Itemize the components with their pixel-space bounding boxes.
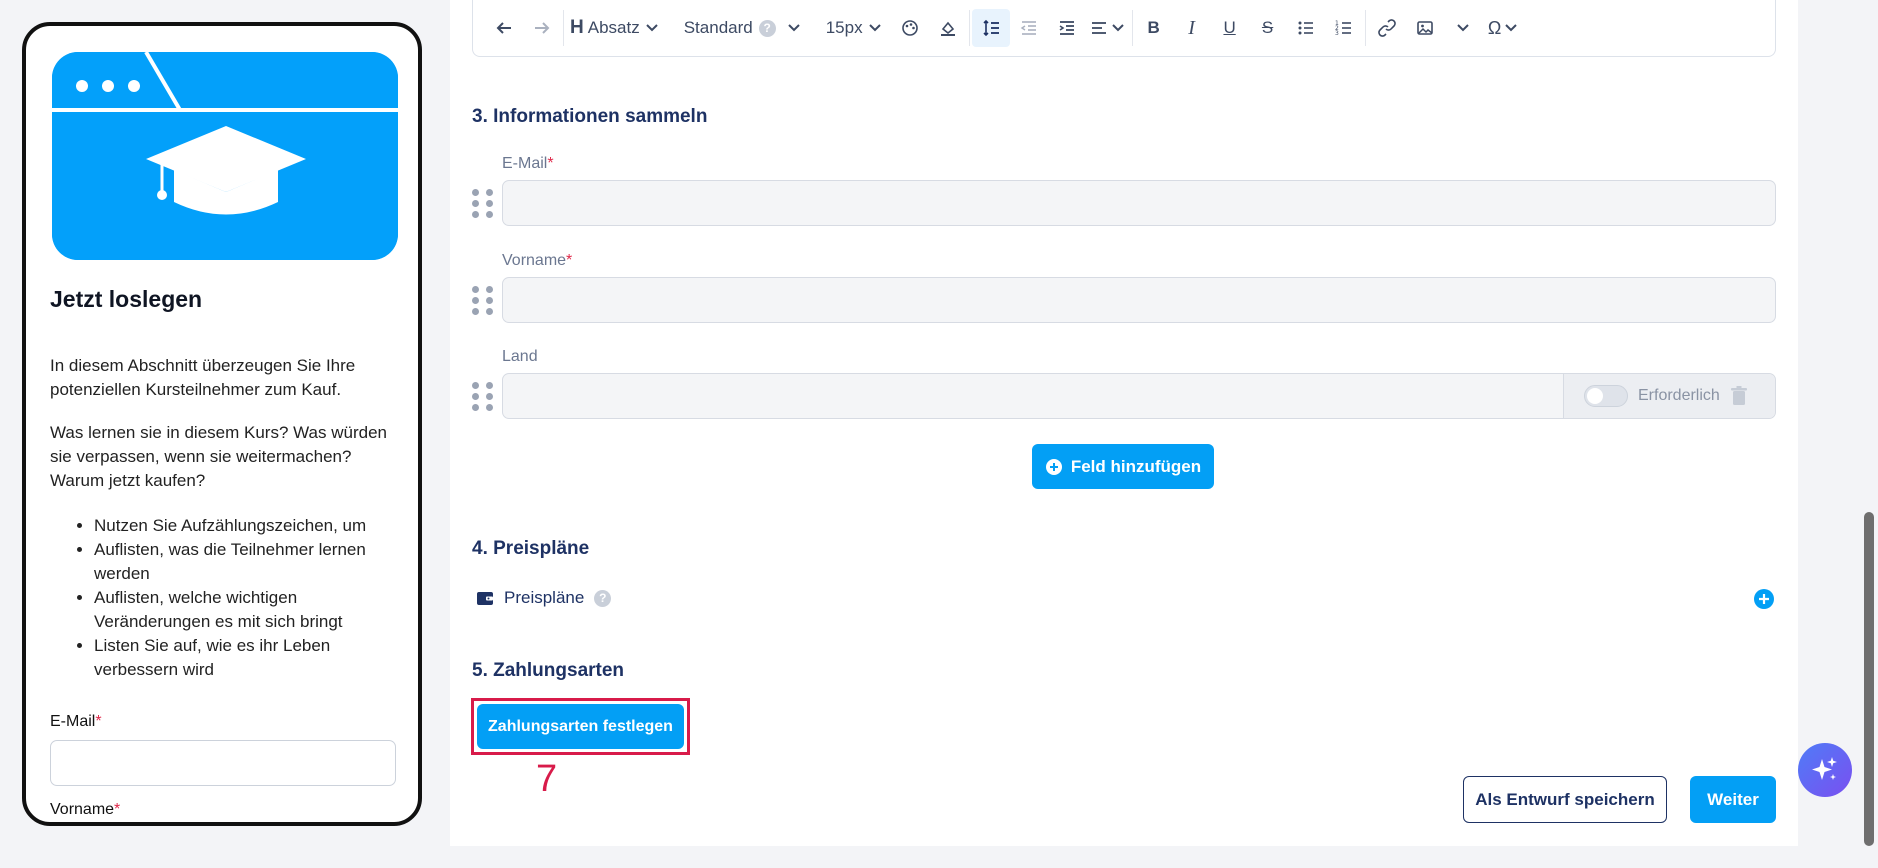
svg-text:3: 3	[1335, 30, 1339, 37]
required-mark: *	[114, 801, 121, 818]
set-payment-methods-button[interactable]: Zahlungsarten festlegen	[477, 704, 684, 749]
save-draft-button[interactable]: Als Entwurf speichern	[1463, 776, 1667, 823]
font-size-label: 15px	[825, 18, 863, 37]
preview-paragraph-1: In diesem Abschnitt überzeugen Sie Ihre …	[50, 356, 356, 399]
required-mark: *	[566, 252, 573, 269]
country-field[interactable]: Erforderlich	[502, 373, 1776, 419]
course-preview-phone: Jetzt loslegen In diesem Abschnitt überz…	[22, 22, 422, 826]
image-icon[interactable]	[1406, 9, 1444, 47]
course-hero-image	[52, 52, 398, 260]
redo-icon[interactable]	[523, 9, 561, 47]
plus-circle-icon	[1045, 458, 1062, 475]
highlight-color-icon[interactable]	[929, 9, 967, 47]
align-left-icon	[1091, 22, 1106, 34]
field-label-firstname: Vorname*	[502, 252, 572, 270]
heading-icon: H	[570, 17, 584, 38]
chevron-down-icon[interactable]	[1444, 9, 1482, 47]
required-mark: *	[95, 713, 102, 730]
undo-icon[interactable]	[485, 9, 523, 47]
preview-email-label-text: E-Mail	[50, 713, 96, 730]
font-family-dropdown[interactable]: Standard ?	[680, 9, 806, 47]
required-toggle-label: Erforderlich	[1638, 387, 1720, 404]
ai-assistant-button[interactable]	[1798, 743, 1852, 797]
font-family-label: Standard	[683, 18, 753, 37]
add-pricing-plan-icon[interactable]	[1753, 588, 1775, 610]
toolbar-divider	[563, 10, 564, 46]
help-icon[interactable]: ?	[758, 19, 776, 37]
list-item: Listen Sie auf, wie es ihr Leben verbess…	[94, 634, 400, 682]
italic-icon[interactable]: I	[1173, 9, 1211, 47]
chevron-down-icon	[1505, 24, 1518, 32]
toolbar-divider	[1131, 10, 1133, 46]
pricing-plans-label: Preispläne	[504, 588, 585, 607]
preview-email-label: E-Mail*	[50, 713, 102, 731]
indent-icon[interactable]	[1048, 9, 1086, 47]
graduation-cap-icon	[52, 52, 398, 260]
omega-icon: Ω	[1487, 17, 1502, 38]
special-characters-dropdown[interactable]: Ω	[1482, 9, 1526, 47]
preview-bullet-list: Nutzen Sie Aufzählungszeichen, um Auflis…	[50, 514, 400, 682]
pricing-plans-row: Preispläne ?	[476, 588, 612, 608]
list-item: Nutzen Sie Aufzählungszeichen, um	[94, 514, 400, 538]
field-label-country: Land	[502, 348, 538, 365]
strikethrough-icon[interactable]: S	[1249, 9, 1287, 47]
email-field[interactable]	[502, 180, 1776, 226]
sparkle-icon	[1812, 757, 1837, 780]
chevron-down-icon	[646, 24, 658, 32]
heading-dropdown-label: Absatz	[587, 18, 640, 37]
trash-icon[interactable]	[1730, 386, 1748, 406]
numbered-list-icon[interactable]: 123	[1325, 9, 1363, 47]
drag-handle-icon[interactable]	[472, 189, 493, 219]
drag-handle-icon[interactable]	[472, 382, 493, 412]
align-dropdown[interactable]	[1086, 9, 1130, 47]
section-pricing-title: 4. Preispläne	[472, 538, 590, 559]
field-label-email-text: E-Mail	[502, 155, 548, 172]
annotation-step-number: 7	[536, 758, 558, 800]
heading-dropdown[interactable]: H Absatz	[566, 9, 664, 47]
bold-icon[interactable]: B	[1135, 9, 1173, 47]
text-color-icon[interactable]	[891, 9, 929, 47]
outdent-icon[interactable]	[1010, 9, 1048, 47]
required-toggle[interactable]	[1584, 385, 1628, 407]
drag-handle-icon[interactable]	[472, 286, 493, 316]
toolbar-divider	[968, 10, 970, 46]
scrollbar-thumb[interactable]	[1864, 512, 1874, 846]
preview-firstname-label-text: Vorname	[50, 801, 115, 818]
list-item: Auflisten, welche wichtigen Veränderunge…	[94, 586, 400, 634]
bullet-list-icon[interactable]	[1287, 9, 1325, 47]
help-icon[interactable]: ?	[594, 589, 612, 607]
font-size-dropdown[interactable]: 15px	[822, 9, 887, 47]
chevron-down-icon	[1111, 24, 1124, 32]
chevron-down-icon	[788, 24, 800, 32]
firstname-field[interactable]	[502, 277, 1776, 323]
preview-paragraph-2: Was lernen sie in diesem Kurs? Was würde…	[50, 423, 387, 490]
list-item: Auflisten, was die Teilnehmer lernen wer…	[94, 538, 400, 586]
underline-icon[interactable]: U	[1211, 9, 1249, 47]
section-collect-info-title: 3. Informationen sammeln	[472, 106, 708, 127]
required-toggle-group: Erforderlich	[1563, 374, 1775, 418]
wallet-icon	[477, 592, 493, 605]
chevron-down-icon	[868, 24, 881, 32]
required-mark: *	[547, 155, 554, 172]
link-icon[interactable]	[1368, 9, 1406, 47]
field-label-email: E-Mail*	[502, 155, 554, 173]
toolbar-divider	[1364, 10, 1366, 46]
add-field-label: Feld hinzufügen	[1070, 456, 1202, 476]
preview-title: Jetzt loslegen	[50, 286, 203, 312]
preview-email-field[interactable]	[50, 740, 396, 786]
section-payment-methods-title: 5. Zahlungsarten	[472, 660, 625, 681]
line-height-icon[interactable]	[971, 9, 1010, 47]
add-field-button[interactable]: Feld hinzufügen	[1032, 444, 1214, 489]
preview-firstname-label: Vorname*	[50, 801, 120, 819]
rich-text-toolbar: H Absatz Standard ? 15px B I U S 123 Ω	[472, 0, 1776, 57]
field-label-firstname-text: Vorname	[502, 252, 567, 269]
next-button[interactable]: Weiter	[1690, 776, 1776, 823]
